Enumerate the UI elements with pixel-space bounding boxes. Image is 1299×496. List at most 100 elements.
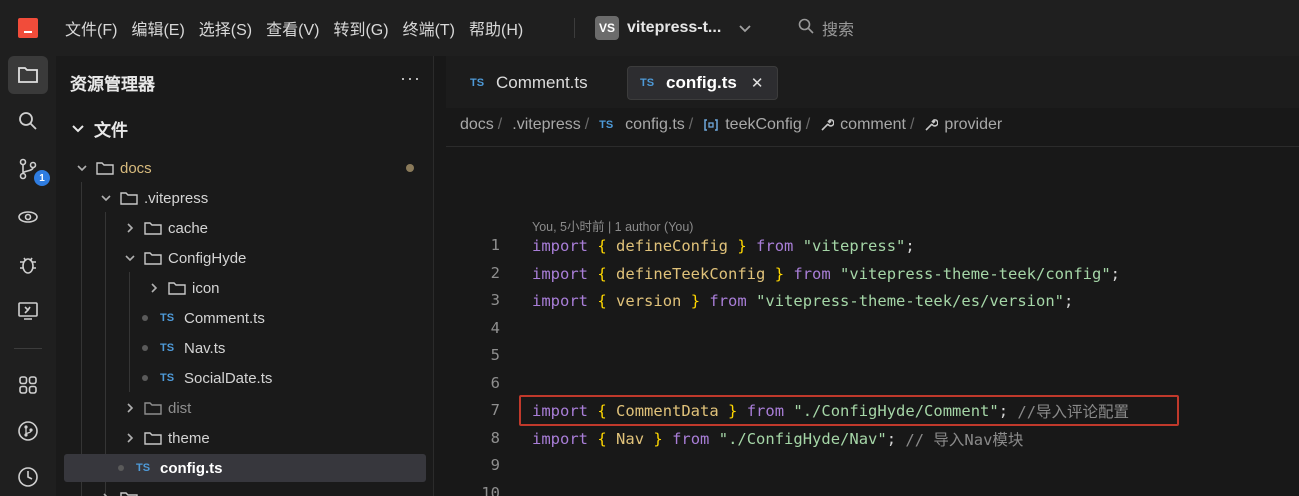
folder-open-icon bbox=[120, 190, 138, 206]
project-badge: VS bbox=[595, 16, 619, 40]
chevron-down-icon bbox=[98, 190, 114, 206]
menu-edit[interactable]: 编辑(E) bbox=[124, 16, 191, 40]
tree-item-label: config.ts bbox=[160, 459, 223, 477]
project-switcher[interactable]: VS vitepress-t... bbox=[595, 15, 751, 41]
tree-item-comment-ts[interactable]: TS Comment.ts bbox=[64, 304, 426, 332]
tab-comment-ts[interactable]: TS Comment.ts bbox=[458, 66, 602, 100]
search-icon bbox=[798, 18, 814, 39]
brace: } bbox=[653, 430, 663, 448]
file-dot bbox=[142, 345, 148, 351]
file-dot bbox=[118, 465, 124, 471]
tree-item-icon[interactable]: icon bbox=[64, 274, 426, 302]
project-name: vitepress-t... bbox=[627, 19, 722, 36]
explorer-sidebar: 资源管理器 ··· 文件 docs .vitepress cache Confi… bbox=[56, 56, 434, 496]
string: "./ConfigHyde/Nav" bbox=[718, 430, 887, 448]
remote-explorer-icon[interactable] bbox=[8, 198, 48, 236]
brace: { bbox=[597, 292, 607, 310]
wrench-icon bbox=[924, 118, 939, 132]
more-actions-icon[interactable]: ··· bbox=[400, 68, 421, 89]
tree-item-dist[interactable]: dist bbox=[64, 394, 426, 422]
code-line-3[interactable]: import { version } from "vitepress-theme… bbox=[532, 289, 1073, 313]
code-line-2[interactable]: import { defineTeekConfig } from "vitepr… bbox=[532, 262, 1120, 286]
line-number: 2 bbox=[490, 264, 500, 282]
sidebar-title: 资源管理器 bbox=[70, 75, 155, 94]
tree-item-partial[interactable] bbox=[64, 484, 426, 496]
tree-item-vitepress[interactable]: .vitepress bbox=[64, 184, 426, 212]
breadcrumb-item[interactable]: config.ts bbox=[625, 116, 685, 134]
modified-dot bbox=[406, 164, 414, 172]
punctuation: ; bbox=[1110, 265, 1121, 283]
breadcrumb-item[interactable]: docs bbox=[460, 116, 494, 134]
timeline-icon[interactable] bbox=[8, 458, 48, 496]
extensions-icon[interactable] bbox=[8, 366, 48, 404]
wrench-icon bbox=[820, 118, 835, 132]
keyword: from bbox=[756, 237, 794, 255]
source-control-icon[interactable]: 1 bbox=[8, 150, 50, 188]
activity-separator bbox=[14, 348, 42, 349]
menu-selection[interactable]: 选择(S) bbox=[192, 16, 259, 40]
menu-file[interactable]: 文件(F) bbox=[58, 16, 124, 40]
tree-item-socialdate-ts[interactable]: TS SocialDate.ts bbox=[64, 364, 426, 392]
tree-item-nav-ts[interactable]: TS Nav.ts bbox=[64, 334, 426, 362]
variable-icon bbox=[703, 119, 719, 131]
debug-icon[interactable] bbox=[8, 246, 48, 284]
typescript-file-icon: TS bbox=[160, 312, 175, 324]
breadcrumb-separator: / bbox=[584, 116, 590, 133]
typescript-file-icon: TS bbox=[160, 372, 175, 384]
string: "vitepress" bbox=[802, 237, 906, 255]
typescript-file-icon: TS bbox=[470, 77, 485, 89]
source-control-badge: 1 bbox=[34, 170, 50, 186]
chevron-right-icon bbox=[146, 280, 162, 296]
brace: } bbox=[774, 265, 785, 283]
tree-item-config-ts[interactable]: TS config.ts bbox=[64, 454, 426, 482]
explorer-icon[interactable] bbox=[8, 56, 48, 94]
breadcrumb-separator: / bbox=[688, 116, 694, 133]
chevron-down-icon bbox=[739, 20, 751, 36]
menu-go[interactable]: 转到(G) bbox=[326, 16, 395, 40]
breadcrumb-item[interactable]: provider bbox=[944, 116, 1002, 134]
remote-window-icon[interactable] bbox=[8, 292, 48, 330]
folder-open-icon bbox=[96, 160, 114, 176]
typescript-file-icon: TS bbox=[599, 119, 614, 131]
breadcrumb-item[interactable]: .vitepress bbox=[512, 116, 580, 134]
identifier: defineConfig bbox=[616, 237, 729, 255]
line-number: 10 bbox=[481, 484, 500, 496]
keyword: import bbox=[532, 237, 588, 255]
folder-icon bbox=[120, 490, 138, 496]
string: "vitepress-theme-teek/config" bbox=[840, 265, 1111, 283]
tree-item-label: docs bbox=[120, 159, 152, 177]
tab-label: config.ts bbox=[666, 73, 737, 92]
tree-item-confighyde[interactable]: ConfigHyde bbox=[64, 244, 426, 272]
files-section-header[interactable]: 文件 bbox=[72, 116, 128, 141]
code-line-1[interactable]: import { defineConfig } from "vitepress"… bbox=[532, 234, 915, 258]
keyword: from bbox=[709, 292, 747, 310]
git-blame-annotation[interactable]: You, 5小时前 | 1 author (You) bbox=[532, 216, 693, 235]
punctuation: ; bbox=[1064, 292, 1074, 310]
highlight-annotation-box bbox=[519, 395, 1179, 426]
tree-item-cache[interactable]: cache bbox=[64, 214, 426, 242]
close-icon[interactable]: ✕ bbox=[751, 74, 764, 92]
menu-help[interactable]: 帮助(H) bbox=[462, 16, 530, 40]
punctuation: ; bbox=[886, 430, 897, 448]
tree-item-label: theme bbox=[168, 429, 210, 447]
keyword: import bbox=[532, 265, 588, 283]
git-graph-icon[interactable] bbox=[8, 412, 48, 450]
search-box[interactable]: 搜索 bbox=[798, 16, 854, 40]
identifier: defineTeekConfig bbox=[616, 265, 766, 283]
punctuation: ; bbox=[905, 237, 915, 255]
tree-item-label: .vitepress bbox=[144, 189, 209, 207]
menu-view[interactable]: 查看(V) bbox=[259, 16, 326, 40]
breadcrumb-item[interactable]: comment bbox=[840, 116, 906, 134]
search-view-icon[interactable] bbox=[8, 102, 48, 140]
folder-icon bbox=[144, 430, 162, 446]
code-line-8[interactable]: import { Nav } from "./ConfigHyde/Nav"; … bbox=[532, 427, 1023, 451]
menu-terminal[interactable]: 终端(T) bbox=[396, 16, 462, 40]
chevron-down-icon bbox=[122, 250, 138, 266]
tree-item-docs[interactable]: docs bbox=[64, 154, 426, 182]
chevron-right-icon bbox=[98, 490, 114, 496]
chevron-down-icon bbox=[72, 120, 84, 138]
tab-config-ts[interactable]: TS config.ts ✕ bbox=[627, 66, 779, 100]
brace: { bbox=[597, 430, 607, 448]
tree-item-theme[interactable]: theme bbox=[64, 424, 426, 452]
breadcrumb-item[interactable]: teekConfig bbox=[725, 116, 802, 134]
